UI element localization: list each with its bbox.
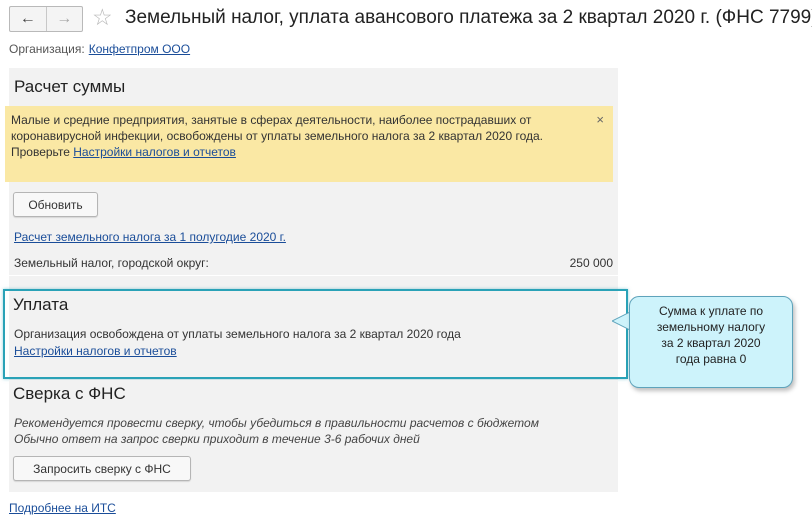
reconciliation-hint: Рекомендуется провести сверку, чтобы убе… (14, 415, 539, 447)
its-link[interactable]: Подробнее на ИТС (9, 501, 116, 515)
page-title: Земельный налог, уплата авансового плате… (125, 7, 812, 28)
callout-bubble: Сумма к уплате по земельному налогу за 2… (629, 296, 793, 388)
calc-title: Расчет суммы (14, 77, 126, 96)
callout-text: Сумма к уплате по земельному налогу за 2… (656, 304, 766, 366)
reconciliation-hint-line1: Рекомендуется провести сверку, чтобы убе… (14, 416, 539, 430)
payment-settings-link[interactable]: Настройки налогов и отчетов (14, 344, 177, 358)
warning-settings-link[interactable]: Настройки налогов и отчетов (73, 145, 236, 159)
warning-text: Малые и средние предприятия, занятые в с… (11, 113, 543, 143)
organization-label: Организация: (9, 42, 85, 56)
organization-link[interactable]: Конфетпром ООО (89, 42, 190, 56)
star-icon[interactable]: ☆ (92, 3, 113, 31)
close-icon[interactable]: × (596, 112, 604, 128)
forward-arrow-icon[interactable]: → (45, 7, 83, 31)
tax-label: Земельный налог, городской округ: (14, 256, 209, 270)
calc-half-year-link[interactable]: Расчет земельного налога за 1 полугодие … (14, 230, 286, 244)
payment-title: Уплата (13, 295, 69, 314)
refresh-button[interactable]: Обновить (13, 192, 98, 217)
payment-text: Организация освобождена от уплаты земель… (14, 327, 461, 341)
back-arrow-icon[interactable]: ← (10, 7, 46, 31)
reconciliation-hint-line2: Обычно ответ на запрос сверки приходит в… (14, 432, 420, 446)
request-reconciliation-button[interactable]: Запросить сверку с ФНС (13, 456, 191, 481)
reconciliation-title: Сверка с ФНС (13, 384, 126, 403)
tax-value: 250 000 (569, 256, 613, 270)
navigation-buttons: ← → (9, 6, 83, 32)
organization-row: Организация: Конфетпром ООО (9, 42, 190, 56)
warning-check-prefix: Проверьте (11, 145, 70, 159)
warning-box: Малые и средние предприятия, занятые в с… (5, 106, 613, 182)
